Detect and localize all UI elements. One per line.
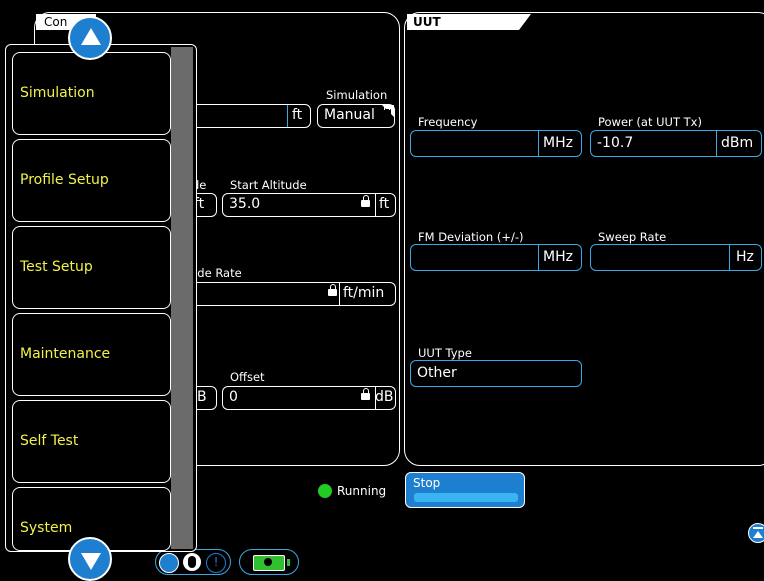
offset-unit: dB	[375, 389, 394, 405]
start-altitude-label: Start Altitude	[230, 178, 307, 192]
menu-item-label: Self Test	[20, 433, 79, 449]
uut-parameters-tab-label: UUT Parameters	[413, 15, 492, 43]
menu-item-test-setup[interactable]: Test Setup	[12, 226, 171, 309]
fm-deviation-label: FM Deviation (+/-)	[418, 230, 524, 244]
frequency-label: Frequency	[418, 115, 478, 129]
control-panel-tab-label: Con	[44, 15, 68, 29]
arrow-down-icon	[81, 553, 101, 570]
offset-label: Offset	[230, 370, 265, 384]
menu-item-label: Profile Setup	[20, 172, 109, 188]
sweep-rate-unit: Hz	[736, 249, 754, 265]
battery-icon	[253, 555, 285, 571]
tab-slant	[519, 14, 531, 30]
menu-item-label: Simulation	[20, 85, 95, 101]
power-field[interactable]: -10.7 dBm	[590, 130, 762, 157]
lock-icon	[361, 388, 370, 400]
lock-icon	[382, 104, 391, 116]
menu-item-maintenance[interactable]: Maintenance	[12, 313, 171, 396]
stop-button[interactable]: Stop	[405, 472, 525, 508]
power-label: Power (at UUT Tx)	[598, 115, 702, 129]
menu-scroll-strip[interactable]	[171, 47, 193, 549]
sweep-rate-label: Sweep Rate	[598, 230, 667, 244]
menu-scroll-down-button[interactable]	[68, 537, 112, 581]
navigation-menu: Simulation Profile Setup Test Setup Main…	[5, 44, 197, 552]
altitude-rate-unit: ft/min	[343, 285, 385, 301]
running-indicator-icon	[318, 484, 332, 498]
uut-type-value: Other	[417, 365, 457, 381]
uut-type-select[interactable]: Other	[410, 360, 582, 387]
running-label: Running	[337, 484, 387, 498]
start-altitude-unit: ft	[379, 196, 390, 212]
power-unit: dBm	[721, 135, 754, 151]
field1-unit: ft	[292, 107, 303, 123]
uut-type-label: UUT Type	[418, 346, 472, 360]
record-indicator-icon	[159, 553, 179, 573]
simulation-value: Manual	[324, 107, 375, 123]
start-altitude-value: 35.0	[229, 196, 261, 212]
menu-item-label: System	[20, 520, 73, 536]
menu-item-profile-setup[interactable]: Profile Setup	[12, 139, 171, 222]
partial-db-unit: B	[197, 389, 207, 405]
stop-button-progress	[414, 493, 518, 502]
altitude-rate-label: ude Rate	[190, 266, 242, 280]
field1[interactable]: ft	[182, 104, 311, 128]
menu-scroll-up-button[interactable]	[68, 16, 112, 60]
lock-icon	[328, 284, 337, 296]
arrow-up-icon	[81, 28, 101, 45]
lock-icon	[361, 195, 370, 207]
start-altitude-field[interactable]: 35.0 ft	[222, 193, 396, 217]
menu-item-label: Maintenance	[20, 346, 111, 362]
offset-field[interactable]: 0 dB	[222, 386, 396, 410]
frequency-unit: MHz	[543, 135, 573, 151]
simulation-label: Simulation	[326, 88, 388, 102]
lock-status-icon	[183, 553, 201, 571]
menu-item-self-test[interactable]: Self Test	[12, 400, 171, 483]
uut-parameters-tab: UUT Parameters	[407, 14, 519, 43]
alert-icon: !	[206, 553, 226, 573]
fm-deviation-field[interactable]: MHz	[410, 244, 582, 271]
stop-button-label: Stop	[413, 476, 441, 490]
power-value: -10.7	[597, 135, 634, 151]
status-pill[interactable]: !	[155, 549, 231, 575]
simulation-select[interactable]: Manual	[317, 104, 395, 128]
frequency-field[interactable]: MHz	[410, 130, 582, 157]
menu-item-label: Test Setup	[20, 259, 93, 275]
battery-pill[interactable]	[239, 549, 299, 575]
fm-deviation-unit: MHz	[543, 249, 573, 265]
scroll-top-icon[interactable]	[748, 523, 764, 543]
sweep-rate-field[interactable]: Hz	[590, 244, 762, 271]
offset-value: 0	[229, 389, 238, 405]
altitude-rate-field[interactable]: ft/min	[182, 282, 396, 306]
menu-item-simulation[interactable]: Simulation	[12, 52, 171, 135]
